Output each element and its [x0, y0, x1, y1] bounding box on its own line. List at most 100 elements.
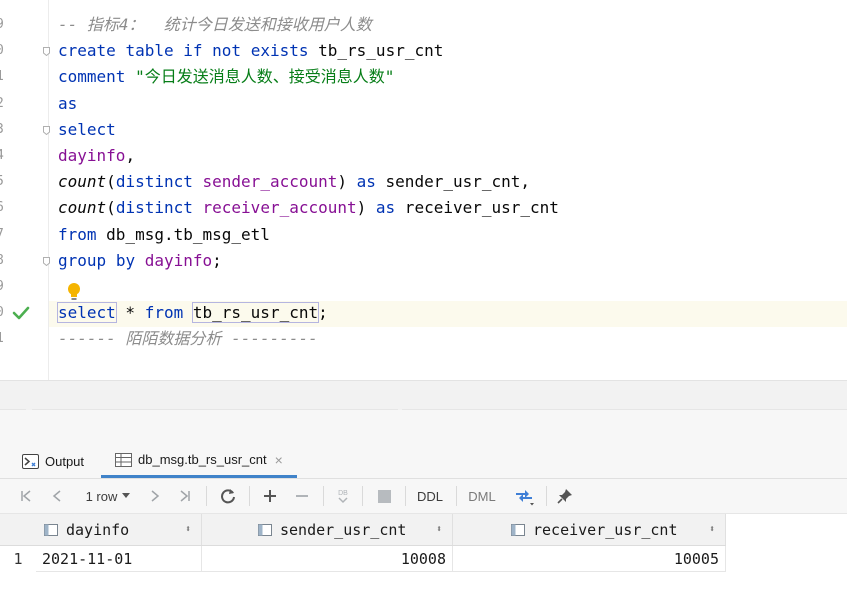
code-token: tb_rs_usr_cnt — [191, 302, 320, 324]
add-row-button[interactable] — [260, 479, 280, 513]
code-token: from — [58, 224, 97, 244]
column-header-label: sender_usr_cnt — [280, 520, 407, 539]
code-line[interactable]: as — [58, 91, 77, 117]
previous-page-button[interactable] — [48, 479, 66, 513]
code-token: if — [183, 41, 203, 61]
code-token: group — [58, 250, 107, 270]
code-token: "今日发送消息人数、接受消息人数" — [135, 67, 395, 87]
code-token: sender_account — [202, 172, 338, 192]
sort-icon[interactable]: ⬍ — [709, 524, 715, 535]
code-line[interactable]: dayinfo, — [58, 143, 135, 169]
stop-button[interactable] — [374, 479, 394, 513]
tab-result-table[interactable]: db_msg.tb_rs_usr_cnt × — [101, 444, 297, 478]
code-token: as — [58, 93, 78, 113]
cell-sender-usr-cnt[interactable]: 10008 — [202, 546, 453, 572]
column-header-label: dayinfo — [66, 520, 130, 539]
console-output-icon — [22, 453, 39, 469]
results-grid[interactable]: dayinfo ⬍ sender_usr_cnt ⬍ receiver_usr_… — [0, 514, 847, 592]
code-token: count — [58, 198, 107, 218]
code-line[interactable]: from db_msg.tb_msg_etl — [58, 222, 270, 248]
panel-splitter[interactable] — [0, 380, 847, 411]
code-token: sender_usr_cnt, — [375, 172, 531, 192]
close-tab-icon[interactable]: × — [275, 452, 283, 468]
code-token: as — [356, 172, 376, 192]
fold-end-icon[interactable] — [43, 256, 50, 266]
code-token: ( — [106, 198, 116, 218]
sort-icon[interactable]: ⬍ — [185, 524, 191, 535]
results-toolbar: 1 row DB DDL DML — [0, 479, 847, 514]
code-token: , — [125, 146, 136, 165]
ddl-button[interactable]: DDL — [414, 479, 446, 513]
row-count-label: 1 row — [85, 488, 118, 504]
code-token: tb_rs_usr_cnt — [308, 41, 444, 61]
refresh-icon — [221, 489, 235, 504]
intention-bulb-icon[interactable] — [66, 282, 82, 302]
code-line[interactable]: create table if not exists tb_rs_usr_cnt — [58, 38, 443, 64]
line-number: 9 — [0, 17, 6, 32]
tab-output[interactable]: Output — [22, 444, 84, 478]
fold-start-icon[interactable] — [43, 47, 50, 57]
code-token: comment — [58, 67, 126, 87]
next-page-button[interactable] — [146, 479, 164, 513]
line-number: 9 — [0, 279, 6, 294]
line-number: 2 — [0, 96, 6, 111]
row-count-dropdown[interactable]: 1 row — [80, 479, 136, 513]
code-token: ) — [337, 172, 357, 192]
code-token: select — [57, 302, 117, 324]
code-token: dayinfo — [58, 146, 126, 165]
cell-dayinfo[interactable]: 2021-11-01 — [36, 546, 202, 572]
column-header-sender-usr-cnt[interactable]: sender_usr_cnt ⬍ — [202, 514, 453, 545]
db-submit-icon: DB — [338, 490, 348, 504]
dml-button[interactable]: DML — [465, 479, 499, 513]
submit-changes-button[interactable]: DB — [332, 479, 354, 513]
code-line[interactable]: select — [58, 117, 116, 143]
sql-editor[interactable]: 9 0 1 2 3 4 5 6 7 8 9 0 1 -- 指标4： 统计今日发送和接收用户人数 creat… — [0, 0, 847, 380]
last-page-button[interactable] — [176, 479, 194, 513]
code-line[interactable]: -- 指标4： 统计今日发送和接收用户人数 — [58, 12, 372, 38]
code-line[interactable]: count(distinct receiver_account) as rece… — [58, 195, 559, 221]
code-line[interactable]: comment "今日发送消息人数、接受消息人数" — [58, 64, 394, 90]
code-line[interactable]: group by dayinfo; — [58, 248, 222, 274]
code-token: by — [115, 250, 136, 270]
row-number: 1 — [13, 550, 23, 568]
chevron-left-icon — [52, 490, 61, 502]
fold-start-icon[interactable] — [43, 125, 50, 135]
ddl-label: DDL — [416, 488, 443, 504]
stop-icon — [377, 489, 391, 503]
cell-receiver-usr-cnt[interactable]: 10005 — [453, 546, 726, 572]
gutter-divider — [48, 0, 49, 380]
code-token: as — [375, 198, 396, 218]
code-token: from — [144, 303, 184, 323]
minus-icon — [296, 495, 308, 497]
delete-row-button[interactable] — [292, 479, 312, 513]
line-number: 1 — [0, 69, 6, 84]
line-number: 1 — [0, 331, 6, 346]
column-header-dayinfo[interactable]: dayinfo ⬍ — [36, 514, 202, 545]
code-token: count — [58, 172, 107, 192]
line-number: 3 — [0, 122, 6, 137]
code-line[interactable]: ------ 陌陌数据分析 --------- — [58, 326, 318, 352]
column-header-receiver-usr-cnt[interactable]: receiver_usr_cnt ⬍ — [453, 514, 726, 545]
pin-tab-button[interactable] — [555, 479, 575, 513]
table-icon — [115, 452, 132, 467]
code-line[interactable]: select * from tb_rs_usr_cnt; — [57, 300, 328, 326]
code-token: ; — [318, 303, 328, 323]
code-token: create — [58, 41, 116, 61]
plus-icon — [264, 490, 276, 502]
first-page-button[interactable] — [17, 479, 35, 513]
editor-gutter: 9 0 1 2 3 4 5 6 7 8 9 0 1 — [0, 0, 48, 380]
compare-button[interactable] — [511, 479, 537, 513]
code-token: receiver_account — [202, 198, 357, 218]
code-line[interactable]: count(distinct sender_account) as sender… — [58, 169, 530, 195]
refresh-button[interactable] — [218, 479, 238, 513]
code-token: receiver_usr_cnt — [395, 198, 559, 218]
sort-icon[interactable]: ⬍ — [436, 524, 442, 535]
line-number: 4 — [0, 148, 6, 163]
